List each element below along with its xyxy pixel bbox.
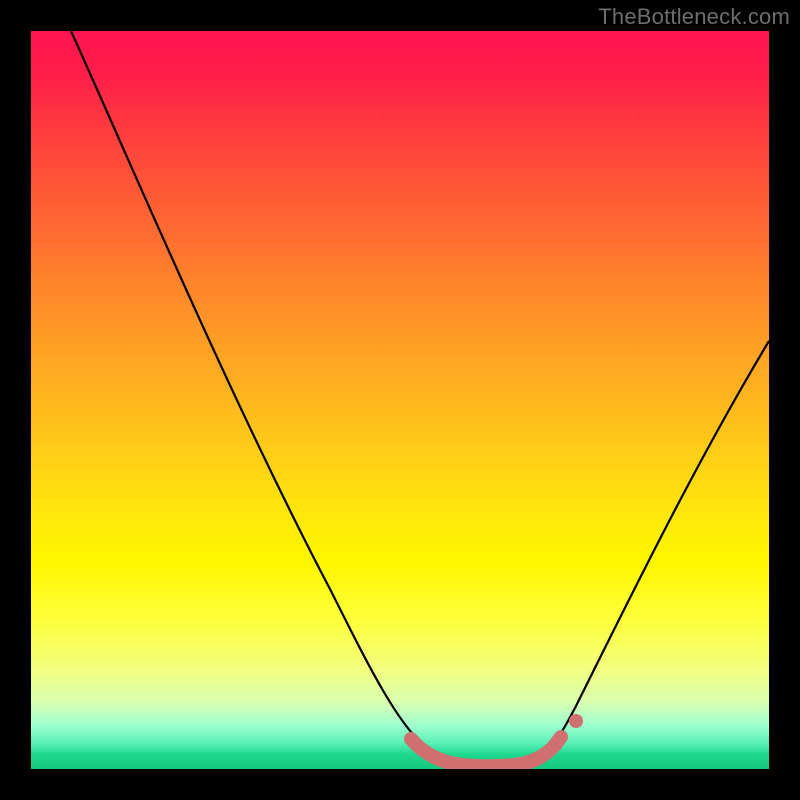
chart-svg — [31, 31, 769, 769]
pink-overlay-dot — [569, 714, 583, 728]
plot-area — [31, 31, 769, 769]
pink-overlay-region — [411, 737, 561, 766]
watermark-text: TheBottleneck.com — [598, 4, 790, 30]
bottleneck-curve — [71, 31, 769, 766]
chart-frame: TheBottleneck.com — [0, 0, 800, 800]
